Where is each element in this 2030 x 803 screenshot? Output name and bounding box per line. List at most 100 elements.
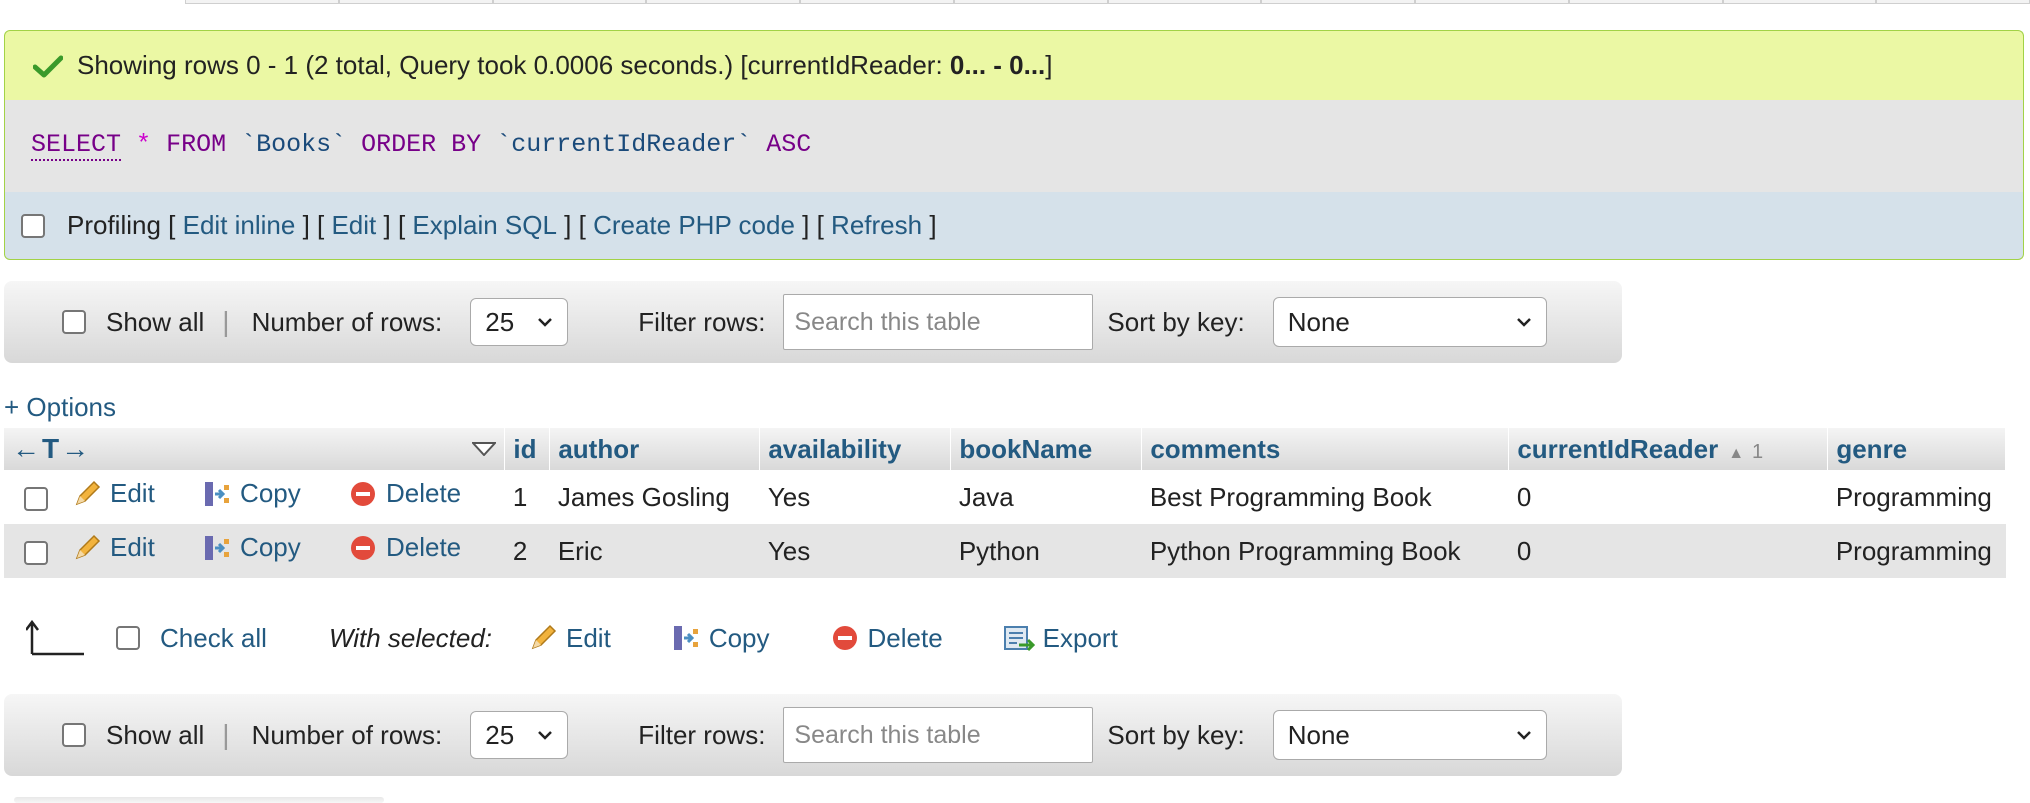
success-range: 0... - 0... (949, 50, 1046, 80)
sql-order-by-keyword: ORDER BY (361, 130, 482, 159)
cell-comments: Best Programming Book (1141, 470, 1509, 524)
column-header-bookname[interactable]: bookName (950, 428, 1143, 470)
separator: | (222, 719, 230, 750)
results-table: ←T→ id author availability bookName comm… (4, 428, 2006, 578)
column-header-genre[interactable]: genre (1827, 428, 2006, 470)
bulk-copy-button[interactable]: Copy (671, 623, 770, 654)
copy-icon (673, 626, 698, 650)
rows-label: Number of rows: (251, 306, 443, 337)
row-checkbox[interactable] (24, 540, 48, 565)
bulk-edit-button[interactable]: Edit (528, 623, 611, 654)
actions-header: ←T→ (4, 428, 506, 470)
refresh-link[interactable]: Refresh (831, 210, 922, 241)
sql-asc-keyword: ASC (766, 130, 812, 159)
pencil-icon (75, 534, 101, 560)
cell-currentidreader: 0 (1508, 524, 1828, 578)
delete-icon (350, 535, 375, 560)
cell-availability: Yes (759, 470, 951, 524)
sort-by-key-label: Sort by key: (1107, 306, 1245, 337)
chevron-down-icon (538, 318, 553, 327)
table-row: Edit Copy Delete 1 James Gosling Yes Jav… (4, 470, 2006, 524)
column-header-currentidreader[interactable]: currentIdReader ▲ 1 (1508, 428, 1829, 470)
row-copy-button[interactable]: Copy (202, 478, 301, 509)
options-link[interactable]: + Options (4, 392, 116, 423)
cell-genre: Programming (1827, 524, 2006, 578)
success-text: Showing rows 0 - 1 (2 total, Query took … (77, 50, 1053, 80)
row-delete-button[interactable]: Delete (348, 478, 461, 509)
show-all-checkbox[interactable] (62, 310, 86, 334)
show-all-checkbox[interactable] (62, 723, 86, 747)
top-tab-strip (185, 0, 2030, 4)
show-all-label: Show all (106, 719, 205, 750)
bulk-delete-button[interactable]: Delete (830, 623, 943, 654)
column-header-id[interactable]: id (504, 428, 551, 470)
sql-query: SELECT * FROM `Books` ORDER BY `currentI… (4, 100, 2024, 192)
sort-by-key-label: Sort by key: (1107, 719, 1245, 750)
delete-icon (832, 626, 857, 650)
navigation-bar-top: Show all | Number of rows: 25 Filter row… (4, 281, 1622, 363)
row-checkbox[interactable] (24, 486, 48, 511)
row-edit-button[interactable]: Edit (72, 478, 155, 509)
table-header-row: ←T→ id author availability bookName comm… (4, 428, 2006, 470)
rows-per-page-value: 25 (485, 306, 515, 337)
checkmark-icon (33, 55, 63, 77)
rows-per-page-select[interactable]: 25 (470, 711, 569, 759)
separator: | (222, 306, 230, 337)
create-php-code-link[interactable]: Create PHP code (593, 210, 795, 241)
edit-inline-link[interactable]: Edit inline (183, 210, 296, 241)
column-header-comments[interactable]: comments (1141, 428, 1510, 470)
rows-per-page-select[interactable]: 25 (470, 298, 569, 346)
sort-order-number: 1 (1752, 440, 1764, 463)
edit-link[interactable]: Edit (331, 210, 376, 241)
cell-author: Eric (549, 524, 760, 578)
cell-genre: Programming (1827, 470, 2006, 524)
arrow-up-left-icon (26, 620, 84, 656)
filter-rows-input[interactable] (783, 707, 1094, 763)
chevron-down-icon (538, 731, 553, 740)
profiling-label: Profiling (67, 210, 161, 240)
bulk-export-button[interactable]: Export (1003, 623, 1118, 654)
success-message: Showing rows 0 - 1 (2 total, Query took … (4, 30, 2024, 100)
with-selected-label: With selected: (328, 622, 492, 653)
explain-sql-link[interactable]: Explain SQL (412, 210, 557, 241)
sort-by-key-value: None (1287, 306, 1350, 337)
filter-rows-label: Filter rows: (638, 719, 766, 750)
sql-select-keyword[interactable]: SELECT (31, 130, 122, 161)
cell-id: 1 (504, 470, 550, 524)
sort-by-key-select[interactable]: None (1272, 710, 1547, 760)
page-footer-edge (14, 797, 384, 803)
cell-bookname: Python (950, 524, 1142, 578)
triangle-down-icon[interactable] (472, 442, 497, 456)
show-all-label: Show all (106, 306, 205, 337)
sort-ascending-icon: ▲ (1728, 444, 1745, 462)
profiling-checkbox[interactable] (21, 213, 45, 238)
filter-rows-label: Filter rows: (638, 306, 766, 337)
row-delete-button[interactable]: Delete (348, 532, 461, 563)
rows-per-page-value: 25 (485, 719, 515, 750)
sql-column-name: `currentIdReader` (496, 130, 752, 159)
copy-icon (205, 481, 230, 506)
cell-author: James Gosling (549, 470, 760, 524)
chevron-down-icon (1516, 731, 1531, 740)
row-copy-button[interactable]: Copy (202, 532, 301, 563)
cell-availability: Yes (759, 524, 951, 578)
chevron-down-icon (1516, 318, 1531, 327)
column-header-availability[interactable]: availability (759, 428, 952, 470)
check-all-link[interactable]: Check all (160, 623, 267, 654)
cell-bookname: Java (950, 470, 1142, 524)
cell-id: 2 (504, 524, 550, 578)
row-edit-button[interactable]: Edit (72, 532, 155, 563)
filter-rows-input[interactable] (783, 294, 1094, 350)
check-all-checkbox[interactable] (116, 626, 140, 650)
column-header-author[interactable]: author (549, 428, 761, 470)
navigation-bar-bottom: Show all | Number of rows: 25 Filter row… (4, 694, 1622, 776)
profiling-bar: Profiling [ Edit inline ] [ Edit ] [ Exp… (4, 192, 2024, 260)
rows-label: Number of rows: (251, 719, 443, 750)
sql-table-name: `Books` (241, 130, 347, 159)
sql-from-keyword: FROM (166, 130, 227, 159)
column-arrows-icon[interactable]: ←T→ (12, 433, 91, 465)
sort-by-key-select[interactable]: None (1272, 297, 1547, 347)
table-row: Edit Copy Delete 2 Eric Yes Python Pytho… (4, 524, 2006, 578)
pencil-icon (75, 480, 101, 506)
bulk-actions-bar: Check all With selected: Edit Copy Delet… (26, 618, 1178, 658)
